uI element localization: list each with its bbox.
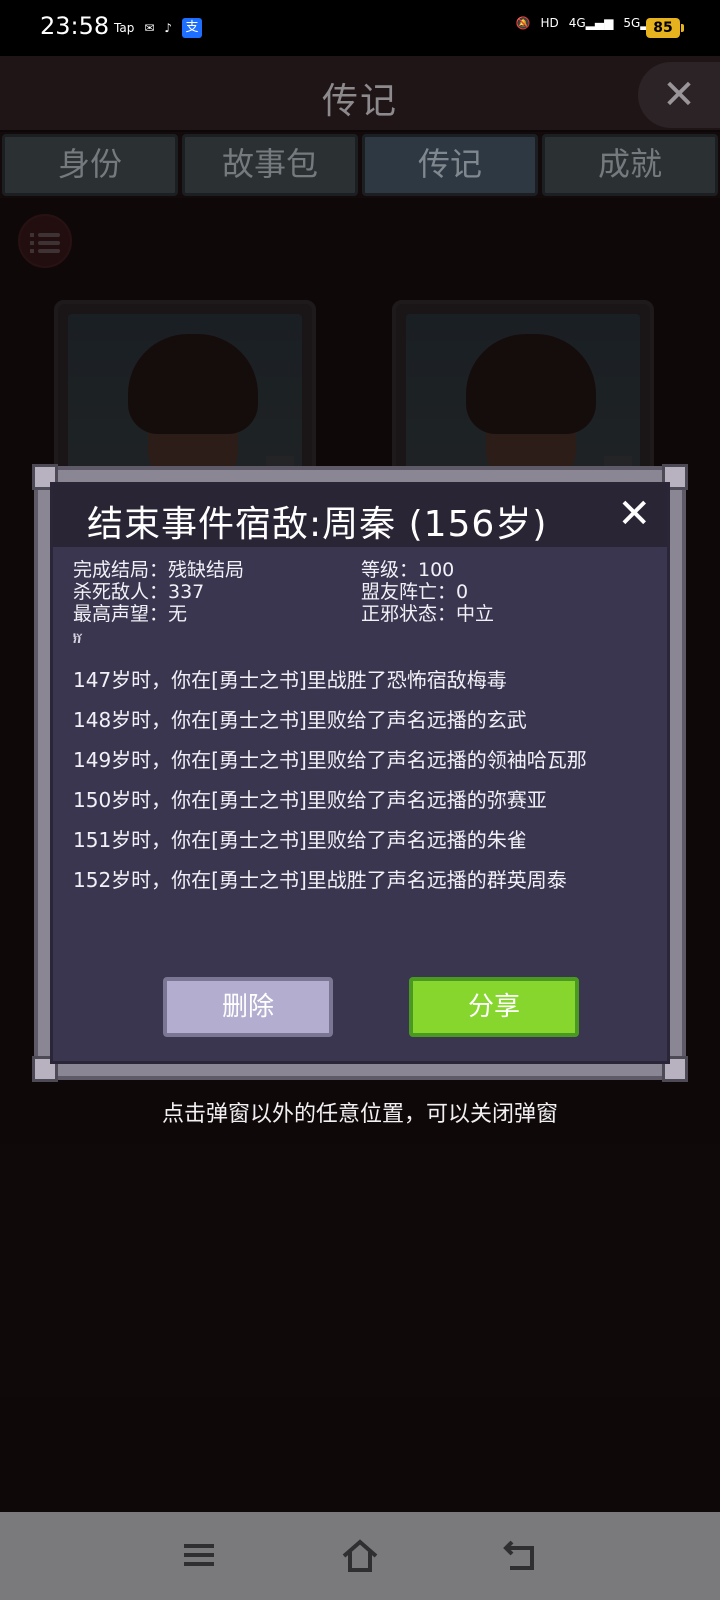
close-hint: 点击弹窗以外的任意位置，可以关闭弹窗 — [161, 1102, 558, 1127]
stat-alignment: 正邪状态：中立 — [361, 603, 495, 625]
tab-achievements[interactable]: 成就 — [542, 134, 718, 196]
recent-apps-icon[interactable] — [180, 1536, 220, 1576]
battery-indicator: 85 — [646, 18, 684, 38]
stat-kills: 杀死敌人：337 — [73, 581, 205, 603]
home-icon[interactable] — [340, 1536, 380, 1576]
page-title: 传记 — [321, 81, 398, 122]
tab-story-pack[interactable]: 故事包 — [182, 134, 358, 196]
list-item: 151岁时，你在[勇士之书]里败给了声名远播的朱雀 — [73, 828, 527, 852]
separator-glyph: ⷍ — [73, 631, 83, 647]
tap-icon: Tap — [114, 21, 135, 35]
close-icon[interactable]: ✕ — [617, 491, 651, 537]
status-bar: 23:58 Tap ✉ ♪ 支 🔕 HD 4G▂▄▆ 5G▂▄▆ 85 — [0, 0, 720, 56]
status-time: 23:58 — [40, 12, 110, 40]
event-list: 147岁时，你在[勇士之书]里战胜了恐怖宿敌梅毒 148岁时，你在[勇士之书]里… — [73, 669, 643, 909]
list-item: 147岁时，你在[勇士之书]里战胜了恐怖宿敌梅毒 — [73, 668, 507, 692]
biography-dialog: 结束事件宿敌:周秦 (156岁) ✕ 完成结局：残缺结局 等级：100 杀死敌人… — [32, 464, 688, 1082]
tab-biography[interactable]: 传记 — [362, 134, 538, 196]
share-button[interactable]: 分享 — [409, 977, 579, 1037]
hd-icon: HD — [540, 16, 559, 30]
stat-ending: 完成结局：残缺结局 — [73, 559, 245, 581]
close-icon[interactable]: ✕ — [638, 62, 720, 128]
title-bar: 传记 ✕ — [0, 56, 720, 132]
list-item: 148岁时，你在[勇士之书]里败给了声名远播的玄武 — [73, 708, 527, 732]
stat-ally-deaths: 盟友阵亡：0 — [361, 581, 469, 603]
dialog-title: 结束事件宿敌:周秦 (156岁) — [87, 504, 548, 545]
signal-4g-icon: 4G▂▄▆ — [568, 16, 614, 30]
tab-bar: 身份 故事包 传记 成就 — [0, 132, 720, 198]
dialog-header: 结束事件宿敌:周秦 (156岁) ✕ — [53, 485, 667, 547]
system-nav-bar — [0, 1512, 720, 1600]
stat-reputation: 最高声望：无 — [73, 603, 188, 625]
back-icon[interactable] — [500, 1536, 540, 1576]
list-item: 149岁时，你在[勇士之书]里败给了声名远播的领袖哈瓦那 — [73, 748, 587, 772]
mute-icon: 🔕 — [515, 16, 531, 30]
status-app-icons: Tap ✉ ♪ 支 — [114, 18, 203, 38]
wechat-icon: ✉ — [144, 21, 155, 35]
dialog-body: 结束事件宿敌:周秦 (156岁) ✕ 完成结局：残缺结局 等级：100 杀死敌人… — [50, 482, 670, 1064]
list-item: 152岁时，你在[勇士之书]里战胜了声名远播的群英周泰 — [73, 868, 567, 892]
tab-identity[interactable]: 身份 — [2, 134, 178, 196]
stat-level: 等级：100 — [361, 559, 455, 581]
stats-panel: 完成结局：残缺结局 等级：100 杀死敌人：337 盟友阵亡：0 最高声望：无 … — [73, 559, 663, 625]
tiktok-icon: ♪ — [164, 21, 173, 35]
list-item: 150岁时，你在[勇士之书]里败给了声名远播的弥赛亚 — [73, 788, 547, 812]
delete-button[interactable]: 删除 — [163, 977, 333, 1037]
alipay-icon: 支 — [182, 18, 203, 38]
